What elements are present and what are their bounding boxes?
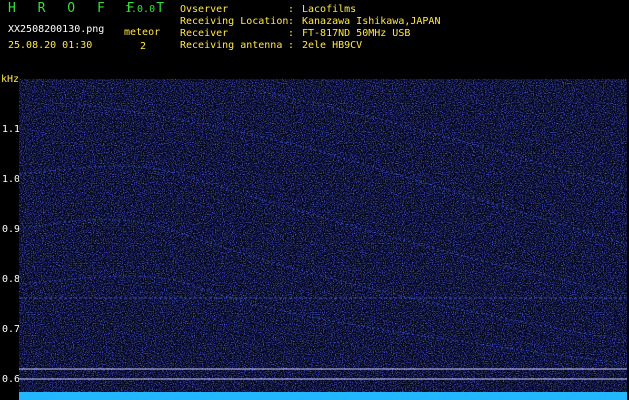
info-row-receiver: Receiver : FT-817ND 50MHz USB: [180, 28, 440, 40]
date-time: 25.08.20 01:30: [8, 40, 93, 51]
info-value: Lacofilms: [302, 4, 357, 15]
info-separator: :: [288, 28, 295, 39]
meteor-count: 2: [140, 41, 147, 52]
file-name: XX2508200130.png: [8, 24, 105, 35]
spectrogram: [19, 79, 627, 392]
info-label: Receiving Location: [180, 16, 289, 27]
freq-tick-label: 0.6: [2, 374, 21, 385]
info-separator: :: [288, 40, 295, 51]
signal-level-trace: [19, 392, 627, 400]
info-value: 2ele HB9CV: [302, 40, 363, 51]
freq-tick-label: 0.8: [2, 274, 21, 285]
spectrogram-speckle: [19, 79, 627, 392]
freq-tick-label: 0.9: [2, 224, 21, 235]
freq-tick-label: 1.0: [2, 174, 21, 185]
meteor-label: meteor: [124, 27, 161, 38]
info-row-location: Receiving Location : Kanazawa Ishikawa,J…: [180, 16, 440, 28]
info-label: Receiver: [180, 28, 229, 39]
info-row-observer: Ovserver : Lacofilms: [180, 4, 440, 16]
info-label: Receiving antenna: [180, 40, 283, 51]
app-version: 1.0.0: [125, 4, 156, 15]
info-separator: :: [288, 4, 295, 15]
freq-tick-label: 0.7: [2, 324, 21, 335]
info-value: FT-817ND 50MHz USB: [302, 28, 411, 39]
freq-tick-label: 1.1: [2, 124, 21, 135]
info-row-antenna: Receiving antenna : 2ele HB9CV: [180, 40, 440, 52]
header-panel: H R O F F T 1.0.0 XX2508200130.png 25.08…: [0, 0, 629, 78]
info-separator: :: [288, 16, 295, 27]
info-value: Kanazawa Ishikawa,JAPAN: [302, 16, 441, 27]
station-info: Ovserver : Lacofilms Receiving Location …: [180, 4, 440, 52]
info-label: Ovserver: [180, 4, 229, 15]
